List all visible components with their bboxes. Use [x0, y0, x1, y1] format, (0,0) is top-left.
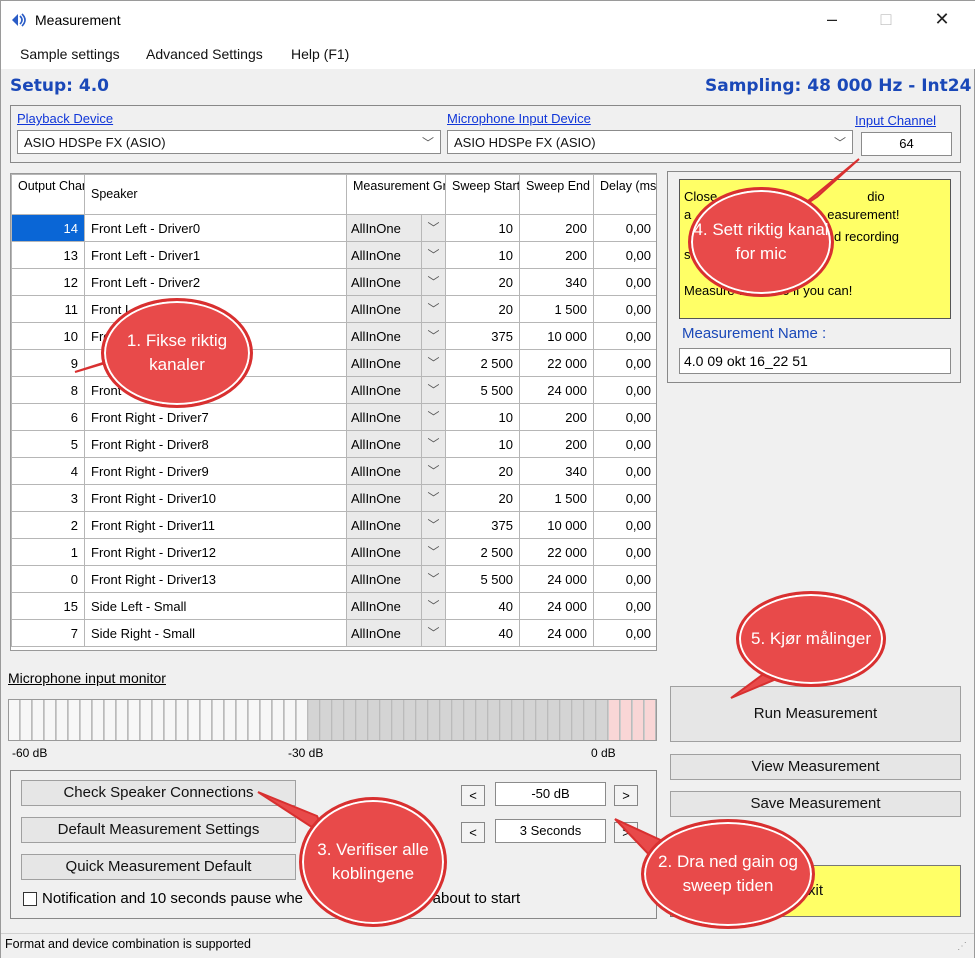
callout-2: 2. Dra ned gain og sweep tiden	[641, 819, 815, 929]
callout-1: 1. Fikse riktig kanaler	[101, 298, 253, 408]
callout-3: 3. Verifiser alle koblingene	[299, 797, 447, 927]
callout-5: 5. Kjør målinger	[736, 591, 886, 687]
callout-tails	[74, 158, 860, 865]
measurement-window: Measurement – □ ✕ Sample settings Advanc…	[0, 0, 975, 958]
callout-4: 4. Sett riktig kanal for mic	[688, 187, 834, 297]
